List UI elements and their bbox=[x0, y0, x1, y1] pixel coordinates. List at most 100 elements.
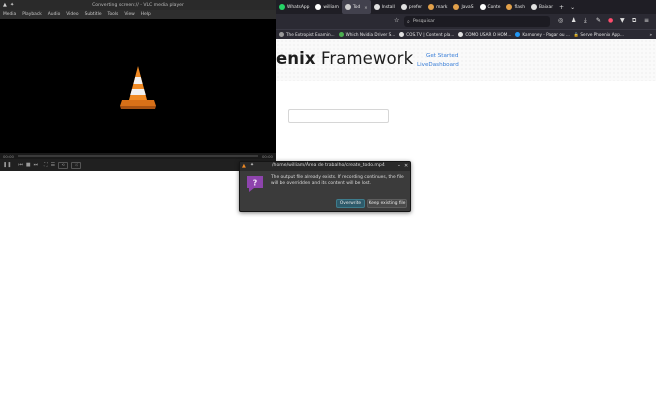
close-button[interactable]: ✕ bbox=[404, 163, 408, 169]
bookmark-icon bbox=[458, 32, 464, 37]
menu-audio[interactable]: Audio bbox=[48, 12, 60, 17]
svg-text:?: ? bbox=[253, 179, 258, 188]
window-menu-icon[interactable]: ▲ bbox=[3, 2, 7, 8]
tab-install[interactable]: Install bbox=[371, 0, 398, 14]
tab-label: Install bbox=[381, 4, 395, 10]
shield-icon[interactable]: ▼ bbox=[620, 17, 625, 25]
previous-icon[interactable]: ⏮ bbox=[18, 162, 23, 168]
vlc-menubar: Media Playback Audio Video Subtitle Tool… bbox=[0, 10, 276, 19]
page-title: enix Framework bbox=[276, 49, 414, 68]
search-input[interactable]: ⌕ Pesquisar bbox=[404, 16, 550, 27]
page-icon bbox=[506, 4, 513, 10]
tab-github[interactable]: william bbox=[312, 0, 341, 14]
search-placeholder: Pesquisar bbox=[412, 19, 435, 24]
page-icon bbox=[400, 4, 407, 10]
page-icon bbox=[453, 4, 460, 10]
github-icon bbox=[315, 4, 322, 10]
browser-page bbox=[276, 39, 656, 410]
dialog-titlebar: ▲ ✦ /home/william/Área de trabalho/creat… bbox=[240, 162, 410, 171]
fullscreen-icon[interactable]: ⛶ bbox=[44, 162, 48, 168]
bookmarks-more-button[interactable]: » bbox=[649, 32, 656, 37]
seek-slider[interactable] bbox=[18, 155, 258, 157]
vlc-small-icon: ▲ bbox=[242, 163, 246, 169]
menu-subtitle[interactable]: Subtitle bbox=[85, 12, 102, 17]
tab-label: prefer bbox=[408, 4, 423, 10]
pause-icon[interactable]: ❚❚ bbox=[3, 162, 11, 168]
whatsapp-icon bbox=[279, 4, 285, 10]
tab-todo[interactable]: Tod ✕ bbox=[341, 0, 371, 14]
time-total: 00:00 bbox=[262, 153, 273, 159]
bookmark-label: Which Nvidia Driver S... bbox=[345, 32, 396, 37]
bookmark-item[interactable]: Which Nvidia Driver S... bbox=[338, 32, 396, 37]
bookmark-item[interactable]: COMO USAR O HOM... bbox=[458, 32, 511, 37]
time-elapsed: 00:00 bbox=[3, 153, 14, 159]
pin-icon[interactable]: ✦ bbox=[10, 2, 14, 8]
tab-label: JavaS bbox=[461, 4, 474, 10]
close-tab-icon[interactable]: ✕ bbox=[364, 5, 367, 10]
tab-label: mark bbox=[436, 4, 448, 10]
vlc-window-title: Converting screen:// - VLC media player bbox=[92, 2, 184, 8]
live-dashboard-link[interactable]: LiveDashboard bbox=[417, 62, 459, 68]
bookmark-label: Kamoney - Pagar ou ... bbox=[522, 32, 570, 37]
tab-whatsapp[interactable]: WhatsApp bbox=[276, 0, 312, 14]
puzzle-icon[interactable]: ⧉ bbox=[632, 17, 636, 25]
question-icon: ? bbox=[247, 176, 263, 192]
menu-tools[interactable]: Tools bbox=[108, 12, 119, 17]
menu-video[interactable]: Video bbox=[66, 12, 78, 17]
bookmark-icon bbox=[279, 32, 284, 37]
tab-label: Baixar bbox=[539, 4, 554, 10]
vlc-controls: ❚❚ ⏮ ■ ⏭ ⛶ ☰ ⟲ ⤮ bbox=[0, 159, 276, 171]
stop-icon[interactable]: ■ bbox=[26, 162, 31, 168]
tab-label: william bbox=[323, 4, 339, 10]
shuffle-icon[interactable]: ⤮ bbox=[71, 161, 82, 169]
vlc-titlebar: ▲ ✦ Converting screen:// - VLC media pla… bbox=[0, 0, 276, 10]
page-icon bbox=[344, 4, 351, 10]
tab-mark[interactable]: mark bbox=[425, 0, 450, 14]
pen-icon[interactable]: ✎ bbox=[596, 17, 601, 25]
menu-icon[interactable]: ≡ bbox=[644, 17, 649, 25]
menu-help[interactable]: Help bbox=[141, 12, 151, 17]
tab-label: WhatsApp bbox=[287, 4, 310, 10]
bookmarks-bar: The Extropist Examin... Which Nvidia Dri… bbox=[276, 29, 656, 39]
pin-icon[interactable]: ✦ bbox=[250, 163, 254, 168]
menu-view[interactable]: View bbox=[124, 12, 134, 17]
bookmark-item[interactable]: 🔒 Serve Phoenix App... bbox=[574, 32, 624, 38]
menu-media[interactable]: Media bbox=[3, 12, 16, 17]
star-icon[interactable]: ☆ bbox=[394, 17, 399, 25]
keep-existing-button[interactable]: Keep existing file bbox=[367, 199, 407, 208]
tab-content[interactable]: Conte bbox=[477, 0, 504, 14]
tab-javascript[interactable]: JavaS bbox=[450, 0, 476, 14]
tab-flash[interactable]: flash bbox=[503, 0, 528, 14]
addon-badge-icon[interactable]: ● bbox=[608, 17, 613, 25]
bookmark-icon bbox=[399, 32, 405, 37]
dialog-title: /home/william/Área de trabalho/create_to… bbox=[272, 163, 385, 168]
tab-label: Conte bbox=[487, 4, 501, 10]
extension-icon[interactable]: ♟ bbox=[571, 17, 576, 25]
loop-icon[interactable]: ⟲ bbox=[58, 161, 69, 169]
pocket-icon[interactable]: ◎ bbox=[558, 17, 563, 25]
new-tab-button[interactable]: + bbox=[556, 4, 567, 11]
tab-prefer[interactable]: prefer bbox=[398, 0, 425, 14]
bookmark-label: 🔒 Serve Phoenix App... bbox=[573, 31, 624, 37]
page-icon bbox=[531, 4, 537, 10]
menu-playback[interactable]: Playback bbox=[22, 12, 42, 17]
bookmark-label: COS.TV | Content pla... bbox=[406, 32, 455, 37]
tab-list-button[interactable]: ⌄ bbox=[567, 4, 578, 11]
bookmark-item[interactable]: Kamoney - Pagar ou ... bbox=[515, 32, 570, 37]
browser-toolbar: ☆ ⌕ Pesquisar ◎ ♟ ⤓ ✎ ● ▼ ⧉ ≡ bbox=[276, 14, 656, 29]
tab-label: flash bbox=[514, 4, 525, 10]
bookmark-item[interactable]: COS.TV | Content pla... bbox=[399, 32, 454, 37]
bookmark-icon bbox=[338, 32, 344, 37]
tab-baixar[interactable]: Baixar bbox=[528, 0, 556, 14]
search-icon: ⌕ bbox=[407, 18, 410, 25]
playlist-icon[interactable]: ☰ bbox=[51, 162, 55, 168]
next-icon[interactable]: ⏭ bbox=[34, 162, 39, 168]
bookmark-item[interactable]: The Extropist Examin... bbox=[279, 32, 335, 37]
todo-input[interactable] bbox=[288, 109, 389, 123]
download-icon[interactable]: ⤓ bbox=[584, 17, 587, 25]
overwrite-button[interactable]: Overwrite bbox=[336, 199, 365, 208]
github-icon bbox=[479, 4, 486, 10]
get-started-link[interactable]: Get Started bbox=[426, 53, 458, 59]
page-icon bbox=[428, 4, 435, 10]
minimize-button[interactable]: ⌄ bbox=[397, 163, 401, 168]
